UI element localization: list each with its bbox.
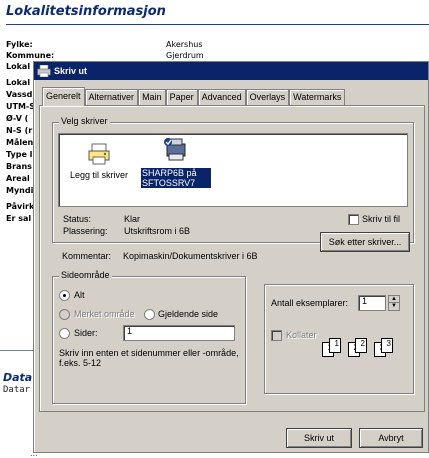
field-label: Vassd [6, 90, 33, 99]
field-label: Lokal [6, 62, 31, 71]
pages-radio[interactable] [59, 328, 70, 339]
print-to-file-label[interactable]: Skriv til fil [362, 214, 400, 224]
spin-down-icon[interactable]: ▼ [389, 303, 399, 310]
printer-icon [164, 138, 186, 161]
field-label: Brans [6, 162, 32, 171]
field-label: Er sal [6, 214, 32, 223]
tab-alternativer[interactable]: Alternativer [84, 89, 139, 105]
spin-up-icon[interactable]: ▲ [389, 296, 399, 303]
copies-spinner[interactable]: ▲ ▼ [388, 295, 400, 311]
print-button[interactable]: Skriv ut [286, 428, 352, 448]
comment-label: Kommentar: [62, 251, 112, 261]
print-button-label: Skriv ut [303, 433, 334, 443]
field-label: Lokal [6, 78, 31, 87]
title-divider [6, 24, 429, 25]
collate-page-2b: 2 [355, 338, 367, 353]
field-label: Myndi [6, 186, 34, 195]
printer-group: Velg skriver Legg til skriver SHARP6B på… [52, 116, 414, 243]
field-label: Type l [6, 150, 33, 159]
tab-main[interactable]: Main [138, 89, 166, 105]
data-section-text: Datar [3, 385, 31, 395]
field-label-kommune: Kommune: [6, 51, 55, 60]
tab-paper[interactable]: Paper [165, 89, 198, 105]
find-printer-button-label: Søk etter skriver... [328, 237, 402, 247]
field-label: N-S (r [6, 126, 33, 135]
copies-input[interactable]: 1 [358, 295, 386, 311]
printer-item-sharp6b[interactable]: SHARP6B på SFTOSSRV7 [141, 136, 211, 188]
location-value: Utskriftsrom i 6B [124, 226, 191, 236]
dialog-titlebar[interactable]: Skriv ut [34, 62, 428, 80]
field-label-fylke: Fylke: [6, 40, 33, 49]
copies-label: Antall eksemplarer: [271, 298, 349, 308]
pages-input[interactable]: 1 [123, 325, 235, 341]
print-dialog: Skriv ut Generelt Alternativer Main Pape… [33, 61, 429, 453]
selection-radio[interactable] [59, 309, 70, 320]
data-section-title: Data [3, 371, 33, 384]
location-label: Plassering: [63, 226, 108, 236]
collate-checkbox[interactable] [271, 330, 282, 341]
page-range-legend: Sideområde [59, 270, 112, 280]
tab-watermarks[interactable]: Watermarks [289, 89, 346, 105]
tab-generelt[interactable]: Generelt [42, 87, 85, 106]
field-label: UTM-S [6, 102, 35, 111]
pages-label[interactable]: Sider: [74, 328, 98, 338]
current-page-radio[interactable] [144, 309, 155, 320]
printer-item-add[interactable]: Legg til skriver [67, 142, 131, 180]
printer-icon [37, 65, 51, 77]
field-label: Areal [6, 174, 30, 183]
printer-label-add: Legg til skriver [69, 170, 129, 180]
tab-overlays[interactable]: Overlays [245, 89, 290, 105]
page-title: Lokalitetsinformasjon [6, 4, 166, 19]
status-value: Klar [124, 214, 141, 224]
dialog-title: Skriv ut [54, 66, 88, 76]
collate-label[interactable]: Kollater [286, 330, 317, 340]
tab-advanced[interactable]: Advanced [197, 89, 246, 105]
tab-strip: Generelt Alternativer Main Paper Advance… [42, 87, 346, 106]
all-pages-radio[interactable] [59, 290, 70, 301]
collate-page-3b: 3 [381, 338, 393, 353]
cancel-button[interactable]: Avbryt [359, 428, 423, 448]
add-printer-icon [88, 143, 110, 165]
printer-list[interactable]: Legg til skriver SHARP6B på SFTOSSRV7 [58, 133, 408, 207]
collate-page-1b: 1 [329, 338, 341, 353]
field-value-kommune: Gjerdrum [166, 51, 204, 60]
print-to-file-checkbox[interactable] [348, 214, 359, 225]
comment-value: Kopimaskin/Dokumentskriver i 6B [123, 251, 258, 261]
copies-group: Antall eksemplarer: 1 ▲ ▼ Kollater 1 1 2… [264, 284, 414, 394]
current-page-label[interactable]: Gjeldende side [158, 309, 218, 319]
field-label: Ø-V ( [6, 114, 29, 123]
status-label: Status: [63, 214, 92, 224]
printer-label-sharp6b: SHARP6B på SFTOSSRV7 [141, 168, 211, 188]
cancel-button-label: Avbryt [378, 433, 404, 443]
field-value-fylke: Akershus [166, 40, 203, 49]
selection-label[interactable]: Merket område [74, 309, 135, 319]
field-label: Målen [6, 138, 34, 147]
page-range-hint: Skriv inn enten et sidenummer eller -omr… [59, 348, 239, 368]
field-label: Påvirk [6, 202, 35, 211]
page-range-group: Sideområde Alt Merket område Gjeldende s… [52, 270, 246, 404]
all-pages-label[interactable]: Alt [74, 290, 85, 300]
find-printer-button[interactable]: Søk etter skriver... [320, 232, 410, 252]
tab-panel-generelt: Velg skriver Legg til skriver SHARP6B på… [39, 105, 425, 412]
printer-group-legend: Velg skriver [59, 116, 110, 126]
